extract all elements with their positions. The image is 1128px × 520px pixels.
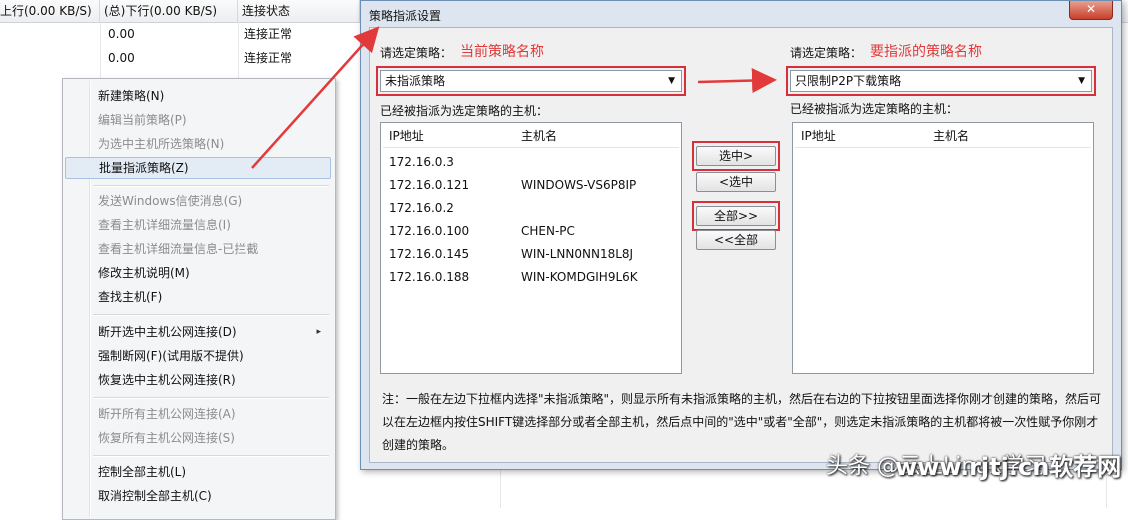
left-host-list[interactable]: IP地址 主机名 172.16.0.3 172.16.0.121 WINDOWS… — [380, 122, 682, 374]
menu-item-restore-selected[interactable]: 恢复选中主机公网连接(R) — [65, 369, 331, 391]
left-policy-label: 请选定策略： — [380, 46, 453, 60]
grid-line — [500, 470, 501, 508]
column-ip[interactable]: IP地址 — [801, 127, 836, 144]
list-item[interactable]: 172.16.0.121 WINDOWS-VS6P8IP — [381, 174, 681, 196]
host-name: WIN-LNN0NN18L8J — [521, 247, 634, 261]
column-hostname[interactable]: 主机名 — [933, 127, 969, 144]
right-list-label: 已经被指派为选定策略的主机： — [790, 102, 959, 116]
list-item[interactable]: 172.16.0.188 WIN-KOMDGIH9L6K — [381, 266, 681, 288]
download-value: 0.00 — [108, 27, 135, 41]
menu-separator — [93, 314, 329, 316]
table-row[interactable]: 0.00 连接正常 — [0, 22, 360, 46]
menu-item-edit-policy[interactable]: 编辑当前策略(P) — [65, 109, 331, 131]
watermark-right: www.rjtj.cn软荐网 — [895, 453, 1122, 481]
host-ip: 172.16.0.145 — [389, 247, 470, 261]
menu-item-control-all[interactable]: 控制全部主机(L) — [65, 461, 331, 483]
menu-item-uncontrol-all[interactable]: 取消控制全部主机(C) — [65, 485, 331, 507]
host-name: CHEN-PC — [521, 224, 575, 238]
dialog-title: 策略指派设置 — [369, 9, 442, 23]
column-ip[interactable]: IP地址 — [389, 127, 424, 144]
menu-item-find-host[interactable]: 查找主机(F) — [65, 286, 331, 308]
menu-separator — [93, 397, 329, 399]
host-ip: 172.16.0.121 — [389, 178, 470, 192]
highlight-box — [786, 66, 1096, 96]
right-policy-label: 请选定策略： — [790, 46, 863, 60]
menu-item-disconnect-all[interactable]: 断开所有主机公网连接(A) — [65, 403, 331, 425]
menu-item-force-disconnect[interactable]: 强制断网(F)(试用版不提供) — [65, 345, 331, 367]
host-ip: 172.16.0.100 — [389, 224, 470, 238]
submenu-arrow-icon: ▸ — [316, 327, 321, 337]
column-download[interactable]: (总)下行(0.00 KB/S) — [100, 0, 238, 22]
unselect-all-button[interactable]: <<全部 — [696, 230, 776, 250]
highlight-box — [692, 201, 780, 231]
menu-item-edit-description[interactable]: 修改主机说明(M) — [65, 262, 331, 284]
highlight-box — [376, 66, 686, 96]
column-upload[interactable]: 上行(0.00 KB/S) — [0, 0, 100, 22]
column-hostname[interactable]: 主机名 — [521, 127, 557, 144]
list-item[interactable]: 172.16.0.145 WIN-LNN0NN18L8J — [381, 243, 681, 265]
host-ip: 172.16.0.188 — [389, 270, 470, 284]
table-row[interactable]: 0.00 连接正常 — [0, 46, 360, 70]
right-host-list[interactable]: IP地址 主机名 — [792, 122, 1094, 374]
menu-separator — [93, 185, 329, 187]
unselect-button[interactable]: <选中 — [696, 172, 776, 192]
host-name: WIN-KOMDGIH9L6K — [521, 270, 638, 284]
list-item[interactable]: 172.16.0.2 — [381, 197, 681, 219]
policy-assign-dialog: 策略指派设置 ✕ 请选定策略： 当前策略名称 未指派策略 ▼ 已经被指派为选定策… — [360, 0, 1122, 470]
menu-item-disconnect-selected[interactable]: 断开选中主机公网连接(D) ▸ — [65, 321, 331, 343]
host-ip: 172.16.0.2 — [389, 201, 454, 215]
connection-status: 连接正常 — [244, 27, 293, 41]
dialog-body: 请选定策略： 当前策略名称 未指派策略 ▼ 已经被指派为选定策略的主机： IP地… — [369, 27, 1113, 463]
header-divider — [795, 147, 1091, 148]
menu-separator — [93, 455, 329, 457]
download-value: 0.00 — [108, 51, 135, 65]
menu-item-assign-selected[interactable]: 为选中主机所选策略(N) — [65, 133, 331, 155]
header-divider — [383, 147, 679, 148]
menu-item-batch-assign[interactable]: 批量指派策略(Z) — [65, 157, 331, 179]
list-item[interactable]: 172.16.0.3 — [381, 151, 681, 173]
menu-item-restore-all[interactable]: 恢复所有主机公网连接(S) — [65, 427, 331, 449]
menu-item-new-policy[interactable]: 新建策略(N) — [65, 85, 331, 107]
menu-item-view-blocked-traffic[interactable]: 查看主机详细流量信息-已拦截 — [65, 238, 331, 260]
left-annotation: 当前策略名称 — [460, 44, 544, 60]
host-ip: 172.16.0.3 — [389, 155, 454, 169]
right-annotation: 要指派的策略名称 — [870, 44, 982, 60]
connection-status: 连接正常 — [244, 51, 293, 65]
close-button[interactable]: ✕ — [1069, 1, 1113, 20]
host-name: WINDOWS-VS6P8IP — [521, 178, 637, 192]
menu-item-view-traffic[interactable]: 查看主机详细流量信息(I) — [65, 214, 331, 236]
list-item[interactable]: 172.16.0.100 CHEN-PC — [381, 220, 681, 242]
menu-item-label: 断开选中主机公网连接(D) — [98, 325, 237, 339]
left-list-label: 已经被指派为选定策略的主机： — [380, 104, 549, 118]
highlight-box — [692, 141, 780, 171]
column-status[interactable]: 连接状态 — [238, 0, 360, 22]
context-menu: 新建策略(N) 编辑当前策略(P) 为选中主机所选策略(N) 批量指派策略(Z)… — [62, 78, 336, 520]
menu-item-send-message[interactable]: 发送Windows信使消息(G) — [65, 190, 331, 212]
